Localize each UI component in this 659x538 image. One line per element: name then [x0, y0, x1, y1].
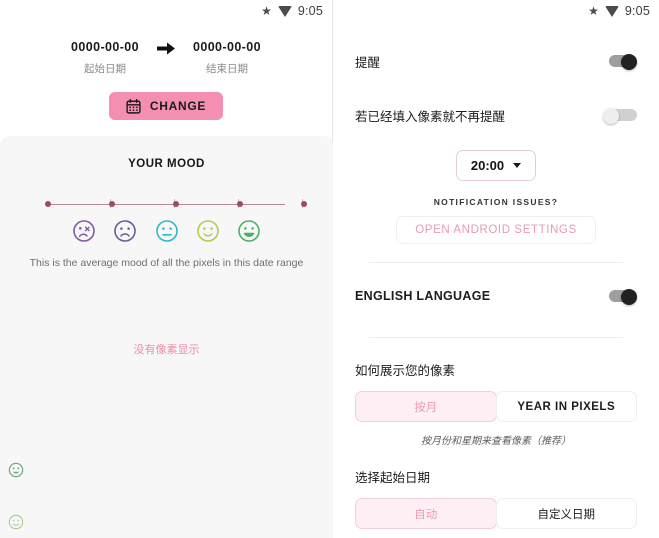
display-mode-hint: 按月份和星期来查看像素（推荐） — [421, 436, 571, 447]
android-settings-row: OPEN ANDROID SETTINGS — [355, 216, 637, 244]
dual-screenshot-container: ★ 9:05 0000-00-00 起始日期 0000-00-00 结束日期 C… — [0, 0, 659, 538]
change-date-button[interactable]: CHANGE — [108, 92, 224, 120]
corner-face-top[interactable] — [8, 462, 24, 478]
end-date-block[interactable]: 0000-00-00 结束日期 — [193, 40, 261, 76]
mood-face-good[interactable] — [196, 219, 220, 243]
mood-scale-dot — [173, 200, 179, 207]
mood-card-title: YOUR MOOD — [128, 158, 205, 170]
display-mode-segmented-control: 按月 YEAR IN PIXELS — [355, 391, 637, 422]
display-mode-option-year[interactable]: YEAR IN PIXELS — [495, 391, 637, 422]
time-picker-row: 20:00 — [355, 150, 637, 181]
reminder-row: 提醒 — [355, 40, 637, 82]
change-button-row: CHANGE — [0, 92, 332, 120]
mood-card: YOUR MOOD This is the average mood of al… — [0, 136, 333, 538]
reminder-time-value: 20:00 — [470, 158, 505, 173]
reminder-time-picker[interactable]: 20:00 — [456, 150, 536, 181]
toggle-thumb — [603, 108, 619, 124]
mood-scale-line — [40, 198, 307, 210]
reminder-toggle[interactable] — [603, 54, 637, 70]
status-time: 9:05 — [297, 4, 323, 18]
english-language-row: ENGLISH LANGUAGE — [355, 275, 637, 317]
english-language-toggle[interactable] — [603, 289, 637, 305]
end-date-value: 0000-00-00 — [193, 40, 261, 54]
notification-issues-label: NOTIFICATION ISSUES? — [433, 197, 559, 207]
mood-scale-dot — [45, 200, 51, 207]
wifi-icon — [277, 5, 292, 17]
display-section-heading: 如何展示您的像素 — [355, 364, 456, 378]
star-icon: ★ — [261, 4, 272, 18]
mood-scale — [0, 198, 333, 243]
end-date-label: 结束日期 — [205, 63, 248, 75]
date-range-header: 0000-00-00 起始日期 0000-00-00 结束日期 — [0, 40, 332, 76]
mood-face-meh[interactable] — [155, 219, 179, 243]
start-date-section-heading: 选择起始日期 — [355, 471, 431, 485]
section-divider — [369, 262, 623, 263]
mood-scale-dot — [301, 200, 307, 207]
start-date-label: 起始日期 — [84, 63, 127, 75]
english-language-label: ENGLISH LANGUAGE — [355, 289, 491, 303]
mood-scale-dot — [237, 200, 243, 207]
chevron-down-icon — [513, 163, 522, 168]
arrow-right-icon — [155, 40, 177, 56]
no-reminder-label: 若已经填入像素就不再提醒 — [355, 109, 506, 124]
status-time: 9:05 — [624, 4, 650, 18]
right-screen: ★ 9:05 提醒 若已经填入像素就不再提醒 20:00 NOTIFICATIO… — [333, 0, 659, 538]
start-date-option-custom[interactable]: 自定义日期 — [495, 498, 637, 529]
star-icon: ★ — [588, 4, 599, 18]
mood-description: This is the average mood of all the pixe… — [29, 257, 304, 269]
toggle-thumb — [621, 289, 637, 305]
corner-face-group — [8, 462, 24, 530]
start-date-block[interactable]: 0000-00-00 起始日期 — [71, 40, 139, 76]
mood-scale-rule — [48, 203, 285, 205]
mood-face-great[interactable] — [237, 219, 261, 243]
reminder-label: 提醒 — [355, 55, 381, 70]
corner-face-bottom[interactable] — [8, 514, 24, 530]
toggle-thumb — [621, 54, 637, 70]
left-screen: ★ 9:05 0000-00-00 起始日期 0000-00-00 结束日期 C… — [0, 0, 333, 538]
start-date-value: 0000-00-00 — [71, 40, 139, 54]
change-button-label: CHANGE — [149, 99, 207, 113]
status-bar-left: ★ 9:05 — [0, 0, 332, 22]
no-reminder-toggle[interactable] — [603, 108, 637, 124]
mood-faces-row — [40, 219, 293, 243]
display-mode-option-month[interactable]: 按月 — [355, 391, 497, 422]
open-android-settings-label: OPEN ANDROID SETTINGS — [415, 224, 577, 236]
mood-scale-dot — [109, 200, 115, 207]
calendar-icon — [126, 98, 141, 114]
start-date-option-auto[interactable]: 自动 — [355, 498, 497, 529]
section-divider — [369, 337, 623, 338]
no-reminder-row: 若已经填入像素就不再提醒 — [355, 94, 637, 136]
empty-state-message: 没有像素显示 — [133, 344, 200, 356]
settings-body: 提醒 若已经填入像素就不再提醒 20:00 NOTIFICATION ISSUE… — [333, 40, 659, 538]
mood-face-awful[interactable] — [72, 219, 96, 243]
open-android-settings-button[interactable]: OPEN ANDROID SETTINGS — [396, 216, 596, 244]
start-date-segmented-control: 自动 自定义日期 — [355, 498, 637, 529]
wifi-icon — [604, 5, 619, 17]
status-bar-right: ★ 9:05 — [333, 0, 659, 22]
mood-face-bad[interactable] — [113, 219, 137, 243]
